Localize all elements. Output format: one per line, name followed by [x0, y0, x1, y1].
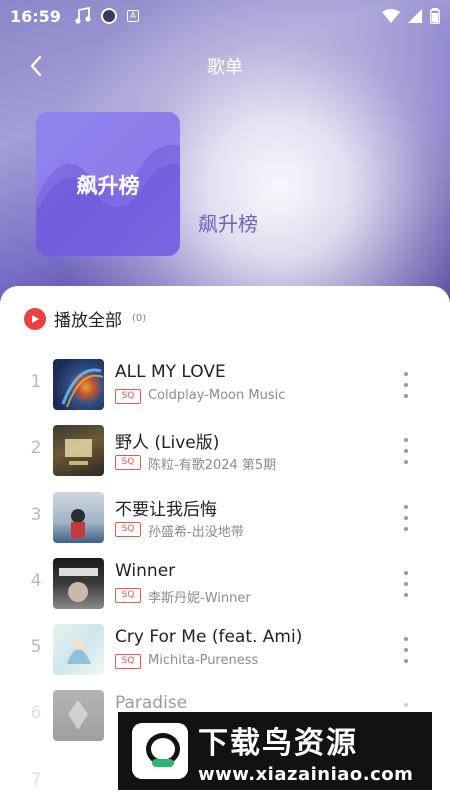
watermark-title: 下载鸟资源 [198, 725, 358, 761]
song-artist: 李斯丹妮-Winner [148, 590, 251, 606]
watermark-url: www.xiazainiao.com [198, 763, 414, 785]
sq-badge: SQ [115, 521, 141, 537]
song-index: 1 [30, 372, 42, 392]
song-title: 野人 (Live版) [115, 433, 220, 454]
playlist-name: 飙升榜 [198, 212, 258, 236]
watermark-banner: 下载鸟资源 www.xiazainiao.com [118, 712, 432, 790]
album-art [53, 359, 104, 410]
back-button[interactable] [22, 52, 50, 80]
song-row[interactable]: 3 不要让我后悔 SQ 孙盛希-出没地带 [0, 479, 450, 545]
song-index: 6 [30, 703, 42, 724]
play-all-label: 播放全部 [54, 311, 122, 331]
song-title: 不要让我后悔 [115, 499, 217, 520]
song-artist: 孙盛希-出没地带 [148, 524, 244, 540]
song-artist: Coldplay-Moon Music [148, 388, 286, 403]
play-all-button[interactable]: 播放全部 (0) [24, 306, 146, 331]
song-index: 4 [30, 570, 42, 591]
signal-icon [408, 9, 422, 23]
album-art [53, 425, 104, 477]
song-artist: Michita-Pureness [148, 653, 259, 669]
sq-badge: SQ [115, 389, 141, 404]
status-time: 16:59 [10, 6, 61, 26]
song-artist: 陈粒-有歌2024 第5期 [148, 458, 277, 474]
sq-badge: SQ [115, 587, 141, 603]
music-note-icon [75, 7, 91, 24]
song-title: Paradise [115, 693, 188, 714]
album-art [53, 491, 104, 543]
play-icon [24, 307, 46, 330]
wifi-icon [382, 9, 400, 23]
song-index: 7 [30, 769, 42, 790]
more-options-button[interactable] [400, 438, 412, 465]
song-index: 3 [30, 504, 42, 525]
cover-title: 飙升榜 [76, 174, 140, 198]
chevron-left-icon [30, 55, 42, 77]
sq-badge: SQ [115, 654, 141, 670]
bird-logo-icon [132, 723, 188, 779]
more-options-button[interactable] [400, 372, 412, 398]
song-title: Cry For Me (feat. Ami) [115, 627, 303, 648]
app-notification-icon [100, 8, 117, 24]
song-title: Winner [115, 560, 176, 581]
playlist-cover: 飙升榜 [36, 112, 180, 256]
status-bar: 16:59 A [0, 0, 450, 32]
song-row[interactable]: 1 ALL MY LOVE SQ Coldplay-Moon Music [0, 346, 450, 412]
more-options-button[interactable] [400, 504, 412, 531]
album-art [53, 557, 104, 609]
a-notification-icon: A [126, 10, 139, 22]
page-title: 歌单 [207, 57, 243, 78]
sq-badge: SQ [115, 455, 141, 471]
song-title: ALL MY LOVE [115, 362, 226, 382]
nav-header: 歌单 [0, 44, 450, 88]
song-count: (0) [132, 313, 147, 324]
more-options-button[interactable] [400, 637, 412, 664]
song-index: 5 [30, 637, 42, 658]
song-row[interactable]: 4 Winner SQ 李斯丹妮-Winner [0, 545, 450, 611]
battery-icon [430, 8, 440, 24]
song-index: 2 [30, 438, 42, 459]
album-art [53, 690, 104, 742]
song-row[interactable]: 5 Cry For Me (feat. Ami) SQ Michita-Pure… [0, 611, 450, 677]
album-art [53, 624, 104, 676]
more-options-button[interactable] [400, 570, 412, 597]
song-row[interactable]: 2 野人 (Live版) SQ 陈粒-有歌2024 第5期 [0, 412, 450, 478]
